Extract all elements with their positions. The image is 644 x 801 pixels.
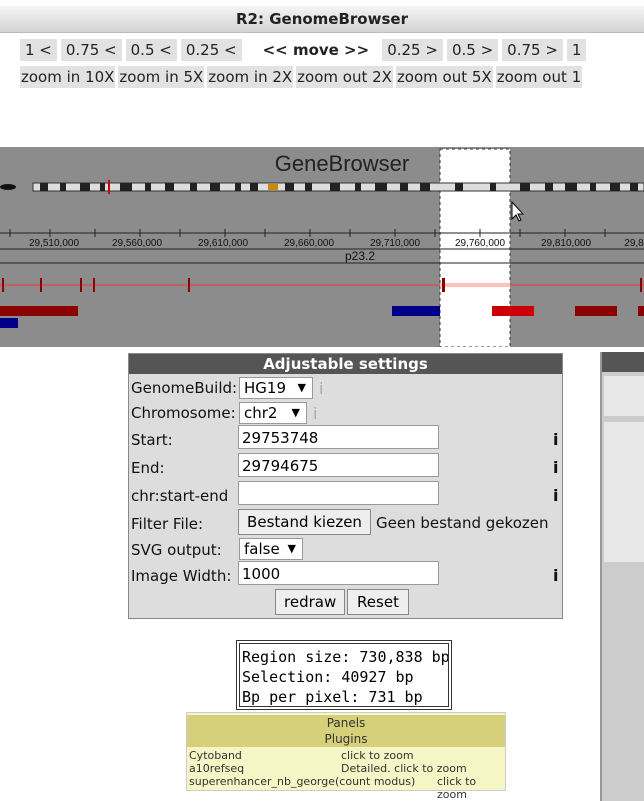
ruler-tick-label: 29,710,000 <box>370 238 420 249</box>
plugin-description[interactable]: click to zoom <box>341 749 414 762</box>
end-label: End: <box>131 459 165 477</box>
info-icon[interactable]: i <box>553 430 558 449</box>
browser-title: GeneBrowser <box>275 151 410 176</box>
centromere-mark <box>0 184 16 190</box>
chromosome-label: Chromosome: <box>131 404 236 422</box>
move-left-025-button[interactable]: 0.25 < <box>180 39 242 61</box>
ruler-tick-label: 29,660,000 <box>284 238 334 249</box>
range-label: chr:start-end <box>131 487 229 505</box>
move-label-text: << move >> <box>262 41 370 59</box>
image-width-label: Image Width: <box>131 567 232 585</box>
move-left-075-button[interactable]: 0.75 < <box>60 39 122 61</box>
plugin-name[interactable]: a10refseq <box>189 762 244 775</box>
svg-output-label: SVG output: <box>131 541 222 559</box>
side-panel-header <box>602 352 644 372</box>
chromosome-select[interactable]: chr2 ▼ <box>239 402 307 424</box>
selection-size-text: Selection: 40927 bp <box>242 668 414 686</box>
svg-output-value: false <box>244 540 280 558</box>
file-status-text: Geen bestand gekozen <box>376 514 549 532</box>
side-panel-block <box>604 422 644 562</box>
ruler-tick-label: 29,810,000 <box>541 238 591 249</box>
plugin-description[interactable]: Detailed. click to zoom <box>341 762 467 775</box>
adjustable-settings-panel: Adjustable settings GenomeBuild: HG19 ▼ i… <box>128 353 563 619</box>
settings-title: Adjustable settings <box>129 354 562 374</box>
reset-button[interactable]: Reset <box>347 589 409 615</box>
info-icon[interactable]: i <box>313 404 317 423</box>
chevron-down-icon: ▼ <box>297 381 306 394</box>
chromosome-value: chr2 <box>244 404 278 422</box>
chevron-down-icon: ▼ <box>291 406 300 419</box>
move-controls: 1 < 0.75 < 0.5 < 0.25 < << move >> 0.25 … <box>20 39 590 61</box>
ideogram-bands <box>40 183 638 191</box>
bp-per-pixel-text: Bp per pixel: 731 bp <box>242 688 423 706</box>
start-input[interactable]: 29753748 <box>238 425 439 449</box>
side-panel <box>600 352 644 801</box>
region-info-box: Region size: 730,838 bp Selection: 40927… <box>236 640 452 710</box>
move-right-025-button[interactable]: 0.25 > <box>382 39 443 61</box>
plugin-description[interactable]: click to zoom <box>437 775 505 801</box>
region-size-text: Region size: 730,838 bp <box>242 648 450 666</box>
ruler-tick-label: 29,8 <box>624 238 644 249</box>
move-label: << move >> <box>258 39 375 61</box>
ruler-tick-label: 29,610,000 <box>198 238 248 249</box>
info-icon[interactable]: i <box>553 458 558 477</box>
start-label: Start: <box>131 431 173 449</box>
plugins-header[interactable]: Plugins <box>187 731 505 747</box>
genome-browser-svg: GeneBrowser 29,510,000 29,560,000 29,610… <box>0 148 644 347</box>
zoom-out-5x-button[interactable]: zoom out 5X <box>395 66 493 88</box>
mouse-cursor-icon <box>511 200 525 222</box>
ruler-tick-label: 29,560,000 <box>112 238 162 249</box>
genome-build-value: HG19 <box>244 379 286 397</box>
info-icon[interactable]: i <box>553 486 558 505</box>
image-width-input[interactable]: 1000 <box>238 561 439 585</box>
end-input[interactable]: 29794675 <box>238 453 439 477</box>
move-left-1-button[interactable]: 1 < <box>20 39 57 61</box>
genome-build-select[interactable]: HG19 ▼ <box>239 377 313 399</box>
chevron-down-icon: ▼ <box>287 542 296 555</box>
panels-box: Panels Plugins Cytoband click to zoom a1… <box>186 712 506 801</box>
genome-build-label: GenomeBuild: <box>131 379 238 397</box>
filter-file-label: Filter File: <box>131 515 204 533</box>
cytoband-label: p23.2 <box>345 249 375 263</box>
superenhancer-track[interactable] <box>0 306 644 328</box>
plugin-name[interactable]: superenhancer_nb_george(count modus) <box>189 775 415 788</box>
info-icon[interactable]: i <box>319 379 323 398</box>
svg-output-select[interactable]: false ▼ <box>239 538 303 560</box>
ideogram-position-marker <box>108 180 110 194</box>
move-right-05-button[interactable]: 0.5 > <box>446 39 499 61</box>
zoom-in-2x-button[interactable]: zoom in 2X <box>207 66 294 88</box>
zoom-out-10x-button[interactable]: zoom out 1 <box>495 66 583 88</box>
ruler-tick-label: 29,510,000 <box>29 238 79 249</box>
info-icon[interactable]: i <box>553 566 558 585</box>
zoom-controls: zoom in 10X zoom in 5X zoom in 2X zoom o… <box>20 66 585 88</box>
move-right-1-button[interactable]: 1 <box>566 39 587 61</box>
ruler-tick-label: 29,760,000 <box>455 238 505 249</box>
redraw-button[interactable]: redraw <box>275 589 345 615</box>
panels-header[interactable]: Panels <box>187 715 505 731</box>
choose-file-button[interactable]: Bestand kiezen <box>238 509 371 535</box>
zoom-out-2x-button[interactable]: zoom out 2X <box>296 66 393 88</box>
zoom-in-10x-button[interactable]: zoom in 10X <box>20 66 116 88</box>
window-title: R2: GenomeBrowser <box>0 6 644 33</box>
range-input[interactable] <box>238 481 439 505</box>
side-panel-block <box>604 376 644 416</box>
ideogram-highlight-band <box>268 184 278 190</box>
plugin-name[interactable]: Cytoband <box>189 749 242 762</box>
genome-browser-canvas[interactable]: GeneBrowser 29,510,000 29,560,000 29,610… <box>0 147 644 347</box>
move-left-05-button[interactable]: 0.5 < <box>125 39 177 61</box>
move-right-075-button[interactable]: 0.75 > <box>502 39 563 61</box>
zoom-in-5x-button[interactable]: zoom in 5X <box>118 66 205 88</box>
